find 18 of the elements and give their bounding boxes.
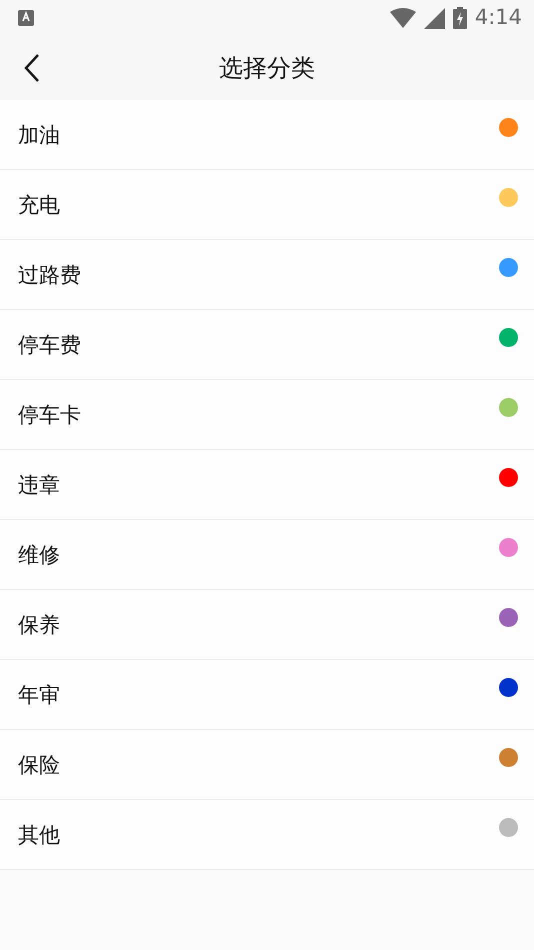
- category-label: 保险: [18, 752, 60, 779]
- category-label: 违章: [18, 472, 60, 499]
- category-label: 加油: [18, 122, 60, 149]
- back-icon: [22, 53, 42, 83]
- category-label: 其他: [18, 822, 60, 849]
- signal-icon: [424, 8, 445, 28]
- category-label: 保养: [18, 612, 60, 639]
- keyboard-app-icon: [18, 10, 34, 26]
- category-label: 过路费: [18, 262, 81, 289]
- category-label: 停车费: [18, 332, 81, 359]
- category-label: 充电: [18, 192, 60, 219]
- page-title: 选择分类: [219, 53, 315, 84]
- clock-time: 4:14: [474, 4, 522, 32]
- battery-icon: [452, 7, 467, 29]
- category-label: 年审: [18, 682, 60, 709]
- wifi-icon: [390, 8, 416, 28]
- category-label: 停车卡: [18, 402, 81, 429]
- category-label: 维修: [18, 542, 60, 569]
